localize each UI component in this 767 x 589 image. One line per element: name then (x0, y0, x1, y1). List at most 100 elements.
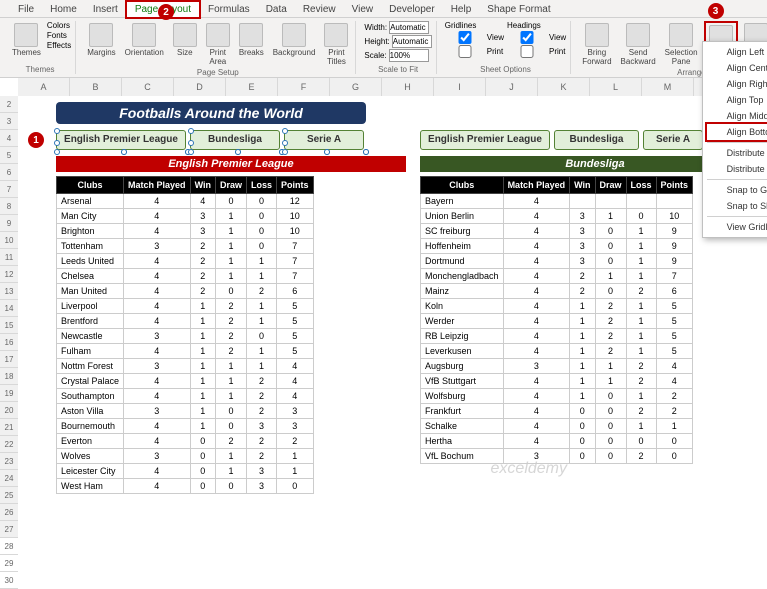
table-cell[interactable]: 4 (503, 254, 570, 269)
width-input[interactable] (389, 21, 429, 34)
fonts-option[interactable]: Fonts (47, 31, 71, 40)
row-header[interactable]: 20 (0, 402, 18, 419)
table-cell[interactable]: 2 (277, 434, 314, 449)
table-cell[interactable]: 5 (277, 344, 314, 359)
table-cell[interactable] (595, 194, 626, 209)
row-header[interactable]: 15 (0, 317, 18, 334)
table-cell[interactable]: 0 (247, 194, 277, 209)
table-cell[interactable]: 0 (595, 389, 626, 404)
table-cell[interactable]: 2 (626, 449, 656, 464)
col-header[interactable]: A (18, 78, 70, 96)
table-cell[interactable]: 2 (626, 284, 656, 299)
table-cell[interactable]: 1 (190, 374, 215, 389)
table-cell[interactable]: 4 (124, 284, 191, 299)
table-cell[interactable]: 5 (656, 344, 693, 359)
orientation-button[interactable]: Orientation (122, 21, 167, 59)
table-cell[interactable]: Monchengladbach (421, 269, 504, 284)
table-cell[interactable]: 5 (656, 299, 693, 314)
table-cell[interactable]: 4 (124, 224, 191, 239)
table-cell[interactable]: Augsburg (421, 359, 504, 374)
shape-button[interactable]: English Premier League (420, 130, 550, 150)
table-cell[interactable]: 1 (215, 449, 246, 464)
table-cell[interactable]: 1 (190, 299, 215, 314)
table-cell[interactable]: 1 (626, 269, 656, 284)
table-cell[interactable]: 0 (656, 449, 693, 464)
table-cell[interactable]: Aston Villa (57, 404, 124, 419)
tab-shape-format[interactable]: Shape Format (479, 2, 558, 17)
table-cell[interactable]: 1 (570, 299, 595, 314)
align-align-top[interactable]: Align Top (703, 92, 767, 108)
table-cell[interactable]: Nottm Forest (57, 359, 124, 374)
col-header[interactable]: M (642, 78, 694, 96)
table-cell[interactable]: 4 (124, 374, 191, 389)
align-align-right[interactable]: Align Right (703, 76, 767, 92)
table-cell[interactable]: 4 (503, 224, 570, 239)
tab-developer[interactable]: Developer (381, 2, 443, 17)
tab-home[interactable]: Home (42, 2, 85, 17)
table-cell[interactable]: 2 (570, 269, 595, 284)
table-cell[interactable]: 4 (124, 299, 191, 314)
selection-handle[interactable] (282, 149, 288, 155)
row-header[interactable]: 6 (0, 164, 18, 181)
table-cell[interactable]: 0 (247, 224, 277, 239)
col-header[interactable]: E (226, 78, 278, 96)
row-header[interactable]: 3 (0, 113, 18, 130)
table-cell[interactable]: Union Berlin (421, 209, 504, 224)
table-cell[interactable]: 1 (570, 359, 595, 374)
table-cell[interactable] (570, 194, 595, 209)
table-cell[interactable]: Hoffenheim (421, 239, 504, 254)
table-cell[interactable]: 0 (570, 434, 595, 449)
selection-handle[interactable] (363, 149, 369, 155)
row-header[interactable]: 30 (0, 572, 18, 589)
col-header[interactable]: H (382, 78, 434, 96)
selection-handle[interactable] (188, 140, 194, 146)
table-cell[interactable]: 0 (277, 479, 314, 494)
selection-handle[interactable] (282, 140, 288, 146)
table-cell[interactable]: 3 (247, 479, 277, 494)
table-cell[interactable]: SC freiburg (421, 224, 504, 239)
align-snap-to-grid[interactable]: Snap to Grid (703, 182, 767, 198)
table-cell[interactable]: 2 (247, 404, 277, 419)
table-cell[interactable]: 1 (190, 359, 215, 374)
table-cell[interactable]: 0 (215, 284, 246, 299)
tab-formulas[interactable]: Formulas (200, 2, 258, 17)
table-cell[interactable]: 9 (656, 239, 693, 254)
col-header[interactable]: K (538, 78, 590, 96)
table-cell[interactable]: 2 (215, 314, 246, 329)
table-cell[interactable]: 2 (595, 314, 626, 329)
row-header[interactable]: 21 (0, 419, 18, 436)
table-cell[interactable]: 1 (215, 389, 246, 404)
table-cell[interactable]: 5 (277, 329, 314, 344)
table-cell[interactable]: Bournemouth (57, 419, 124, 434)
bring-forward-button[interactable]: Bring Forward (579, 21, 614, 68)
table-cell[interactable]: 0 (595, 419, 626, 434)
table-cell[interactable]: 4 (124, 419, 191, 434)
table-cell[interactable]: 2 (626, 359, 656, 374)
table-cell[interactable]: 3 (124, 239, 191, 254)
align-distribute-horizontally[interactable]: Distribute Horizontally (703, 145, 767, 161)
table-cell[interactable]: Mainz (421, 284, 504, 299)
selection-handle[interactable] (54, 149, 60, 155)
table-cell[interactable]: 0 (190, 464, 215, 479)
table-cell[interactable]: 1 (595, 359, 626, 374)
table-cell[interactable]: 6 (277, 284, 314, 299)
margins-button[interactable]: Margins (84, 21, 118, 59)
row-header[interactable]: 27 (0, 521, 18, 538)
table-cell[interactable]: 3 (124, 329, 191, 344)
table-cell[interactable]: Wolves (57, 449, 124, 464)
row-header[interactable]: 25 (0, 487, 18, 504)
table-cell[interactable]: 1 (215, 254, 246, 269)
table-cell[interactable]: 1 (277, 464, 314, 479)
col-header[interactable]: D (174, 78, 226, 96)
table-cell[interactable]: 3 (570, 239, 595, 254)
table-cell[interactable]: 5 (656, 329, 693, 344)
table-cell[interactable]: 3 (124, 404, 191, 419)
table-cell[interactable]: 9 (656, 224, 693, 239)
table-cell[interactable]: 4 (656, 374, 693, 389)
height-input[interactable] (392, 35, 432, 48)
table-cell[interactable]: 1 (277, 449, 314, 464)
scale-input[interactable] (389, 49, 429, 62)
table-cell[interactable]: 4 (190, 194, 215, 209)
table-cell[interactable]: 4 (503, 209, 570, 224)
table-cell[interactable]: 0 (247, 209, 277, 224)
